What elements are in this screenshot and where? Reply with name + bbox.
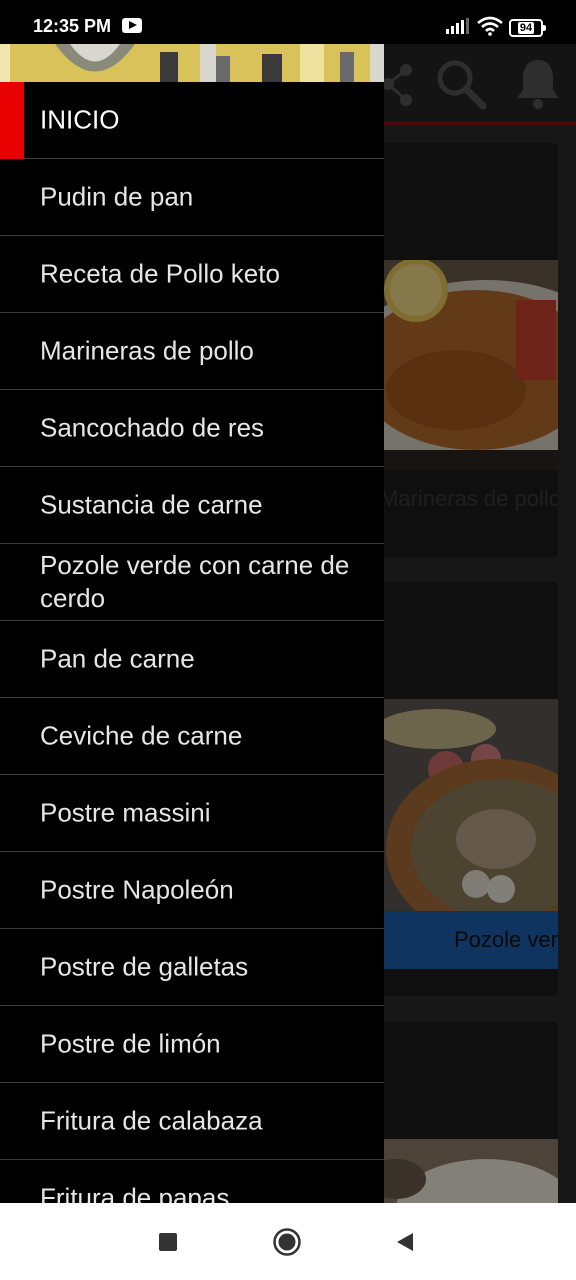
drawer-item-label: Postre massini <box>40 797 211 828</box>
drawer-item-label: Postre de galletas <box>40 951 249 982</box>
drawer-item[interactable]: Pudin de pan <box>0 159 384 236</box>
drawer-menu: INICIO Pudin de pan Receta de Pollo keto… <box>0 82 384 1203</box>
drawer-item-label: Ceviche de carne <box>40 720 243 751</box>
drawer-item[interactable]: Pozole verde con carne de cerdo <box>0 544 384 621</box>
drawer-item[interactable]: Postre massini <box>0 775 384 852</box>
drawer-item-label: Sustancia de carne <box>40 489 263 520</box>
wifi-icon <box>477 16 503 36</box>
status-time: 12:35 PM <box>33 16 112 36</box>
active-indicator <box>0 82 24 159</box>
drawer-item[interactable]: Fritura de papas <box>0 1160 384 1204</box>
drawer-item[interactable]: Postre de galletas <box>0 929 384 1006</box>
back-button[interactable] <box>375 1203 435 1280</box>
drawer-item[interactable]: Ceviche de carne <box>0 698 384 775</box>
drawer-item-label: Marineras de pollo <box>40 335 254 366</box>
drawer-item[interactable]: Sancochado de res <box>0 390 384 467</box>
drawer-item[interactable]: Postre Napoleón <box>0 852 384 929</box>
drawer-item-inicio[interactable]: INICIO <box>0 82 384 159</box>
drawer-item[interactable]: Sustancia de carne <box>0 467 384 544</box>
drawer-item-label: Sancochado de res <box>40 412 265 443</box>
status-bar: 12:35 PM 94 <box>0 0 576 44</box>
drawer-item[interactable]: Fritura de calabaza <box>0 1083 384 1160</box>
drawer-item-label: Fritura de calabaza <box>40 1105 263 1136</box>
youtube-notification-icon <box>122 18 142 33</box>
drawer-item[interactable]: Pan de carne <box>0 621 384 698</box>
drawer-header-image <box>0 44 384 82</box>
drawer-item-label: INICIO <box>40 104 120 135</box>
drawer-item-label: Postre Napoleón <box>40 874 234 905</box>
drawer-item-label: Fritura de papas <box>40 1182 230 1204</box>
drawer-item-label: Pan de carne <box>40 643 195 674</box>
system-navigation-bar <box>0 1203 576 1280</box>
drawer-item[interactable]: Postre de limón <box>0 1006 384 1083</box>
drawer-item-label: Pozole verde con carne de cerdo <box>40 550 350 613</box>
drawer-item-label: Pudin de pan <box>40 181 194 212</box>
battery-icon: 94 <box>509 19 546 37</box>
drawer-item-label: Receta de Pollo keto <box>40 258 280 289</box>
back-triangle-icon <box>397 1232 413 1251</box>
recents-button[interactable] <box>138 1203 198 1280</box>
home-circle-icon <box>273 1227 301 1256</box>
drawer-item[interactable]: Receta de Pollo keto <box>0 236 384 313</box>
signal-icon <box>446 18 469 34</box>
home-button[interactable] <box>257 1203 317 1280</box>
recents-square-icon <box>159 1232 177 1251</box>
drawer-item-label: Postre de limón <box>40 1028 221 1059</box>
navigation-drawer: INICIO Pudin de pan Receta de Pollo keto… <box>0 44 384 1203</box>
battery-level: 94 <box>517 22 535 34</box>
drawer-item[interactable]: Marineras de pollo <box>0 313 384 390</box>
